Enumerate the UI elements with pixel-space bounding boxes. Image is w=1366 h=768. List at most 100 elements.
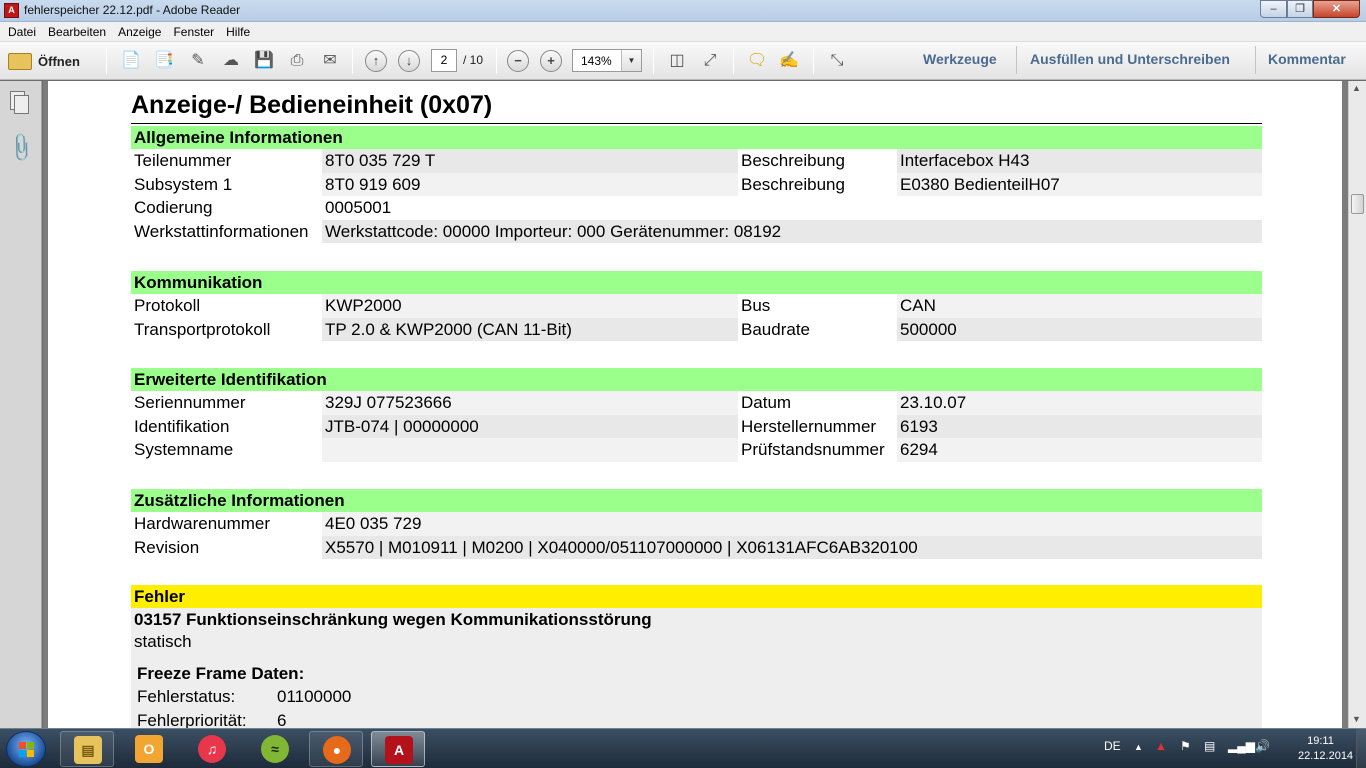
action-center-flag-icon[interactable]: ⚑ xyxy=(1180,739,1191,753)
system-clock[interactable]: 19:11 22.12.2014 xyxy=(1298,734,1354,764)
taskbar-adobe-reader[interactable]: A xyxy=(371,731,425,767)
antivirus-icon[interactable]: ▲ xyxy=(1155,739,1167,753)
field-label: Baudrate xyxy=(738,317,897,341)
spotify-icon: ≈ xyxy=(261,735,289,763)
menu-anzeige[interactable]: Anzeige xyxy=(112,25,167,39)
toolbar-separator xyxy=(653,48,654,74)
field-value: 6193 xyxy=(897,414,1262,438)
field-label: Werkstattinformationen xyxy=(131,219,322,243)
zoom-out-icon[interactable]: − xyxy=(507,50,529,72)
edit-pdf-icon[interactable]: ✎ xyxy=(186,50,210,72)
export-pdf-icon[interactable]: 📑 xyxy=(152,50,176,72)
ausfuellen-link[interactable]: Ausfüllen und Unterschreiben xyxy=(1030,51,1230,67)
scroll-thumb[interactable] xyxy=(1351,194,1364,214)
table-row: Hardwarenummer 4E0 035 729 xyxy=(131,512,1262,536)
freeze-frame-title: Freeze Frame Daten: xyxy=(137,664,305,683)
create-pdf-icon[interactable]: 📄 xyxy=(119,50,143,72)
field-value: 329J 077523666 xyxy=(322,391,738,415)
field-value xyxy=(897,196,1262,220)
toolbar-separator xyxy=(352,48,353,74)
field-value: E0380 BedienteilH07 xyxy=(897,172,1262,196)
taskbar-itunes[interactable]: ♫ xyxy=(185,731,239,767)
device-icon[interactable]: ▤ xyxy=(1204,739,1215,753)
minimize-button[interactable]: – xyxy=(1260,0,1287,18)
open-label: Öffnen xyxy=(38,53,80,69)
title-rule xyxy=(131,123,1262,124)
volume-icon[interactable]: 🔊 xyxy=(1255,739,1270,753)
chevron-down-icon[interactable]: ▼ xyxy=(621,50,641,71)
scroll-down-icon[interactable]: ▼ xyxy=(1352,714,1361,724)
fault-code: 03157 Funktionseinschränkung wegen Kommu… xyxy=(134,610,652,629)
fehler-details: 03157 Funktionseinschränkung wegen Kommu… xyxy=(131,608,1262,728)
print-icon[interactable]: ⎙ xyxy=(285,50,309,72)
firefox-icon: ● xyxy=(323,736,351,764)
menu-hilfe[interactable]: Hilfe xyxy=(220,25,256,39)
next-page-icon[interactable]: ↓ xyxy=(398,50,420,72)
close-button[interactable]: ✕ xyxy=(1313,0,1360,18)
language-indicator[interactable]: DE xyxy=(1104,739,1121,753)
attachments-icon[interactable]: 📎 xyxy=(4,130,37,165)
previous-page-icon[interactable]: ↑ xyxy=(365,50,387,72)
section-heading: Fehler xyxy=(131,585,1262,608)
maximize-button[interactable]: ❐ xyxy=(1287,0,1313,18)
field-value: JTB-074 | 00000000 xyxy=(322,414,738,438)
save-icon[interactable]: 💾 xyxy=(252,50,276,72)
field-label: Identifikation xyxy=(131,414,322,438)
field-value: 500000 xyxy=(897,317,1262,341)
menu-bar: Datei Bearbeiten Anzeige Fenster Hilfe xyxy=(0,22,1366,42)
table-row: Identifikation JTB-074 | 00000000 Herste… xyxy=(131,414,1262,438)
field-value: Interfacebox H43 xyxy=(897,149,1262,173)
fit-width-icon[interactable]: ⤢ xyxy=(698,50,722,72)
freeze-frame-value: 01100000 xyxy=(277,687,352,706)
network-signal-icon[interactable]: ▂▄▆ xyxy=(1228,739,1255,753)
show-hidden-icons-icon[interactable]: ▲ xyxy=(1134,742,1143,752)
field-label: Datum xyxy=(738,391,897,415)
werkzeuge-link[interactable]: Werkzeuge xyxy=(923,51,997,67)
menu-fenster[interactable]: Fenster xyxy=(167,25,220,39)
zoom-select[interactable]: 143% ▼ xyxy=(572,49,642,72)
menu-bearbeiten[interactable]: Bearbeiten xyxy=(42,25,112,39)
panel-separator xyxy=(1016,46,1017,74)
taskbar-spotify[interactable]: ≈ xyxy=(248,731,302,767)
menu-datei[interactable]: Datei xyxy=(2,25,42,39)
kommentar-link[interactable]: Kommentar xyxy=(1268,51,1346,67)
document-view[interactable]: Anzeige-/ Bedieneinheit (0x07) Allgemein… xyxy=(43,81,1348,728)
field-value: TP 2.0 & KWP2000 (CAN 11-Bit) xyxy=(322,317,738,341)
table-row: Subsystem 1 8T0 919 609 Beschreibung E03… xyxy=(131,172,1262,196)
taskbar-outlook[interactable]: O xyxy=(122,731,176,767)
section-allgemein: Allgemeine Informationen Teilenummer 8T0… xyxy=(131,126,1262,243)
field-label: Prüfstandsnummer xyxy=(738,438,897,462)
taskbar-explorer[interactable]: ▤ xyxy=(60,731,114,767)
section-kommunikation: Kommunikation Protokoll KWP2000 Bus CAN … xyxy=(131,271,1262,341)
section-fehler: Fehler xyxy=(131,585,1262,608)
vertical-scrollbar[interactable]: ▲ ▼ xyxy=(1348,81,1366,728)
toolbar-separator xyxy=(813,48,814,74)
freeze-frame-row: Fehlerpriorität: 6 xyxy=(137,711,286,728)
clock-date: 22.12.2014 xyxy=(1298,750,1354,762)
email-icon[interactable]: ✉ xyxy=(318,50,342,72)
page-thumbnails-icon[interactable] xyxy=(10,91,29,114)
field-label: Herstellernummer xyxy=(738,414,897,438)
cloud-upload-icon[interactable]: ☁ xyxy=(219,50,243,72)
section-erweitert: Erweiterte Identifikation Seriennummer 3… xyxy=(131,368,1262,462)
open-button[interactable]: Öffnen xyxy=(8,50,80,72)
section-zusatz: Zusätzliche Informationen Hardwarenummer… xyxy=(131,489,1262,559)
field-label: Systemname xyxy=(131,438,322,462)
folder-icon xyxy=(8,52,32,70)
zoom-in-icon[interactable]: + xyxy=(540,50,562,72)
scroll-up-icon[interactable]: ▲ xyxy=(1352,83,1361,93)
zoom-value: 143% xyxy=(581,54,612,68)
start-button[interactable] xyxy=(6,731,46,767)
highlight-icon[interactable]: ✍ xyxy=(777,50,801,72)
table-row: Protokoll KWP2000 Bus CAN xyxy=(131,294,1262,318)
section-heading: Allgemeine Informationen xyxy=(131,126,1262,149)
table-row: Transportprotokoll TP 2.0 & KWP2000 (CAN… xyxy=(131,317,1262,341)
comment-icon[interactable]: 🗨 xyxy=(745,50,769,72)
fit-page-icon[interactable]: ◫ xyxy=(665,50,689,72)
table-row: Teilenummer 8T0 035 729 T Beschreibung I… xyxy=(131,149,1262,173)
show-desktop-button[interactable] xyxy=(1356,729,1366,768)
page-number-input[interactable]: 2 xyxy=(431,49,457,72)
full-screen-icon[interactable]: ⤡ xyxy=(825,50,849,72)
taskbar-firefox[interactable]: ● xyxy=(309,731,363,767)
field-label: Transportprotokoll xyxy=(131,317,322,341)
